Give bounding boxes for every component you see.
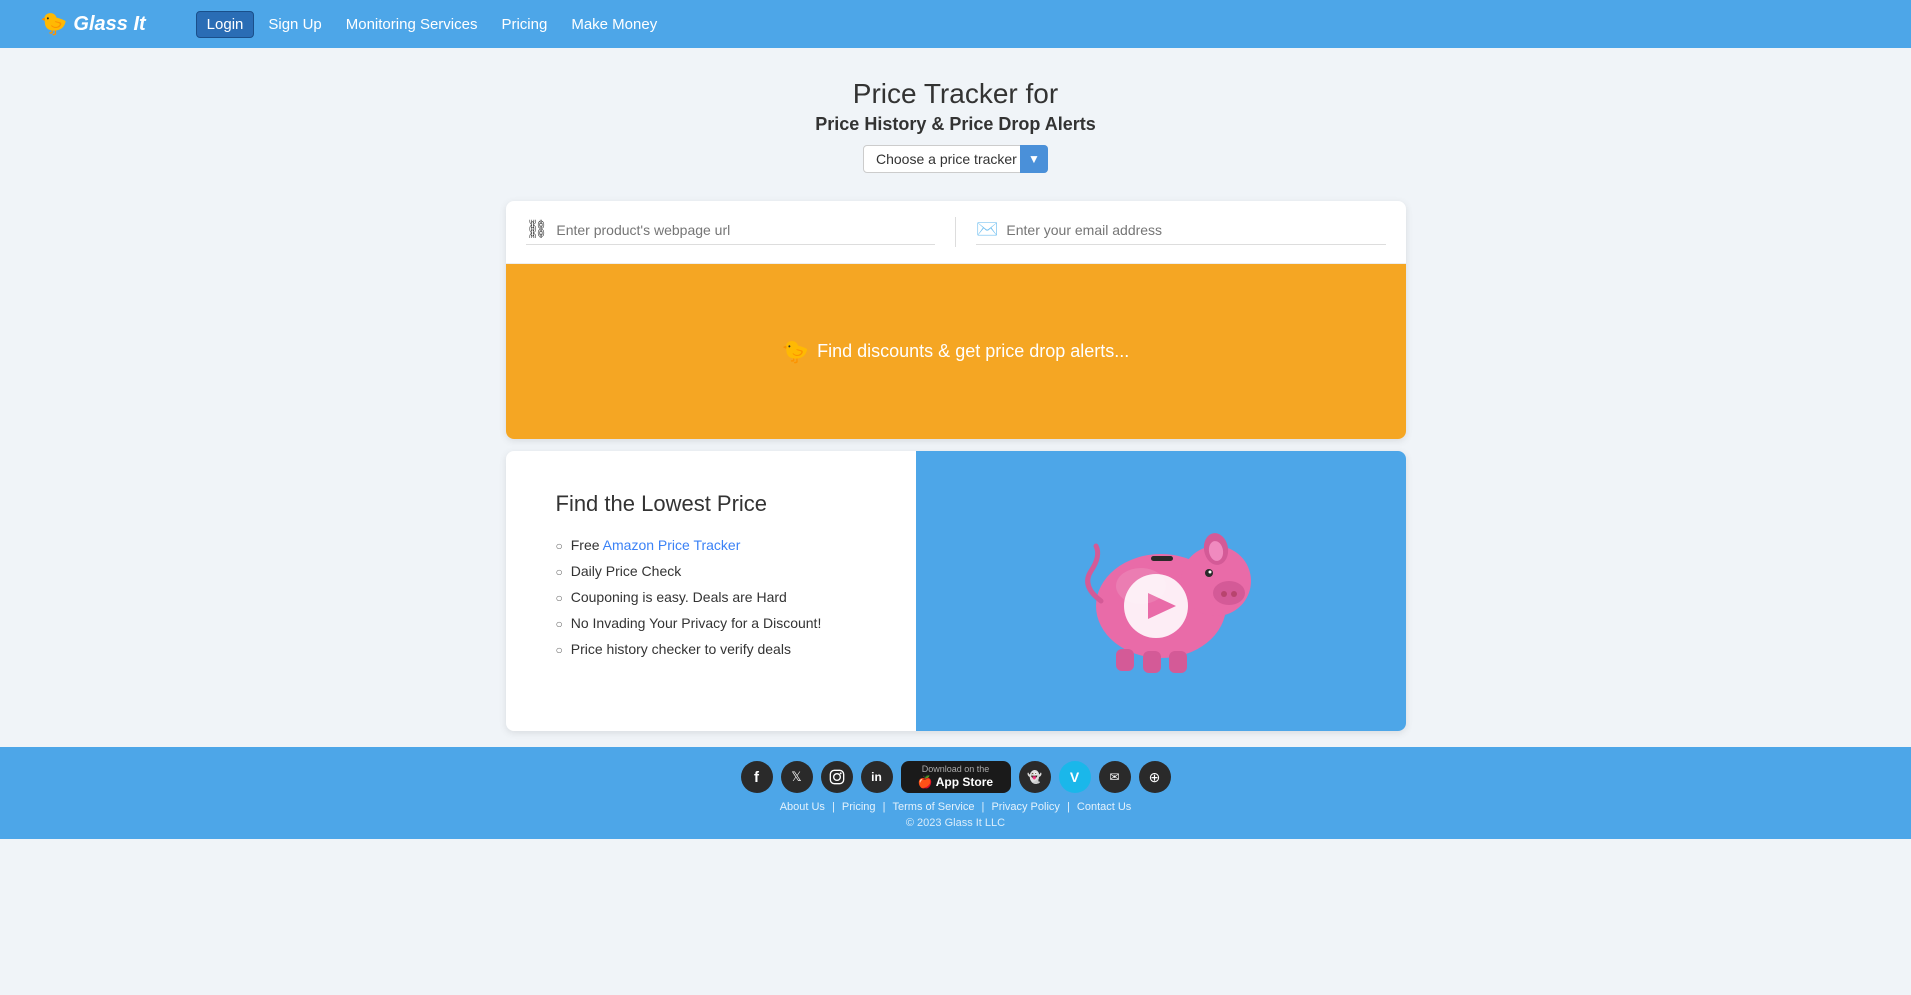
nav-signup[interactable]: Sign Up — [258, 12, 331, 37]
footer-icons: f 𝕏 in Download on the 🍎 App Store 👻 V ✉… — [20, 761, 1891, 793]
navbar: 🐤 Glass It Login Sign Up Monitoring Serv… — [0, 0, 1911, 48]
nav-monitoring[interactable]: Monitoring Services — [336, 12, 488, 37]
find-right — [916, 451, 1406, 731]
twitter-icon[interactable]: 𝕏 — [781, 761, 813, 793]
footer-privacy-link[interactable]: Privacy Policy — [991, 801, 1059, 813]
instagram-icon[interactable] — [821, 761, 853, 793]
bullet-icon: ○ — [556, 617, 563, 631]
url-input-group: ⛓ — [526, 219, 936, 245]
bullet-icon: ○ — [556, 565, 563, 579]
hero-title: Price Tracker for — [20, 78, 1891, 110]
link-icon: ⛓ — [526, 219, 549, 240]
bullet-icon: ○ — [556, 539, 563, 553]
email-icon: ✉️ — [976, 219, 998, 240]
list-item-text: Daily Price Check — [571, 563, 681, 579]
linkedin-icon[interactable]: in — [861, 761, 893, 793]
footer-about-link[interactable]: About Us — [780, 801, 825, 813]
logo-text: Glass It — [73, 13, 145, 36]
list-item: ○ Free Amazon Price Tracker — [556, 537, 876, 553]
list-item-text: Couponing is easy. Deals are Hard — [571, 589, 787, 605]
footer-pricing-link[interactable]: Pricing — [842, 801, 876, 813]
orange-banner: 🐤 Find discounts & get price drop alerts… — [506, 264, 1406, 439]
list-item-text: Free Amazon Price Tracker — [571, 537, 741, 553]
appstore-small-text: Download on the — [922, 765, 990, 775]
banner-text: Find discounts & get price drop alerts..… — [817, 341, 1129, 362]
footer-links: About Us | Pricing | Terms of Service | … — [20, 801, 1891, 813]
piggy-svg — [1061, 501, 1261, 681]
bullet-icon: ○ — [556, 643, 563, 657]
amazon-price-tracker-link[interactable]: Amazon Price Tracker — [603, 537, 741, 553]
logo[interactable]: 🐤 Glass It — [40, 11, 146, 37]
snapchat-icon[interactable]: 👻 — [1019, 761, 1051, 793]
footer: f 𝕏 in Download on the 🍎 App Store 👻 V ✉… — [0, 747, 1911, 839]
nav-links: Login Sign Up Monitoring Services Pricin… — [196, 11, 668, 38]
bullet-icon: ○ — [556, 591, 563, 605]
vimeo-icon[interactable]: V — [1059, 761, 1091, 793]
email-icon[interactable]: ✉ — [1099, 761, 1131, 793]
list-item: ○ Couponing is easy. Deals are Hard — [556, 589, 876, 605]
nav-makemoney[interactable]: Make Money — [561, 12, 667, 37]
find-title: Find the Lowest Price — [556, 491, 876, 517]
list-item: ○ No Invading Your Privacy for a Discoun… — [556, 615, 876, 631]
tracker-select[interactable]: Choose a price tracker Amazon Price Trac… — [863, 145, 1048, 173]
hero-subtitle: Price History & Price Drop Alerts — [20, 114, 1891, 135]
list-item: ○ Daily Price Check — [556, 563, 876, 579]
list-item: ○ Price history checker to verify deals — [556, 641, 876, 657]
find-left: Find the Lowest Price ○ Free Amazon Pric… — [506, 451, 916, 731]
appstore-big-text: 🍎 App Store — [918, 776, 993, 789]
main-card: ⛓ ✉️ 🐤 Find discounts & get price drop a… — [506, 201, 1406, 439]
footer-copyright: © 2023 Glass It LLC — [20, 817, 1891, 829]
list-item-text: Price history checker to verify deals — [571, 641, 791, 657]
appstore-button[interactable]: Download on the 🍎 App Store — [901, 761, 1011, 793]
footer-contact-link[interactable]: Contact Us — [1077, 801, 1131, 813]
list-item-text: No Invading Your Privacy for a Discount! — [571, 615, 822, 631]
logo-icon: 🐤 — [40, 11, 67, 37]
hero-section: Price Tracker for Price History & Price … — [0, 48, 1911, 189]
nav-pricing[interactable]: Pricing — [491, 12, 557, 37]
tracker-select-wrapper: Choose a price tracker Amazon Price Trac… — [863, 145, 1048, 173]
input-row: ⛓ ✉️ — [506, 201, 1406, 264]
email-input-group: ✉️ — [976, 219, 1386, 245]
footer-tos-link[interactable]: Terms of Service — [893, 801, 975, 813]
find-section: Find the Lowest Price ○ Free Amazon Pric… — [506, 451, 1406, 731]
input-divider — [955, 217, 956, 247]
hero-select-wrap: Choose a price tracker Amazon Price Trac… — [20, 145, 1891, 173]
facebook-icon[interactable]: f — [741, 761, 773, 793]
nav-login[interactable]: Login — [196, 11, 255, 38]
banner-icon: 🐤 — [782, 339, 809, 365]
email-input[interactable] — [1006, 222, 1385, 238]
video-thumbnail[interactable] — [916, 451, 1406, 731]
banner-content: 🐤 Find discounts & get price drop alerts… — [782, 339, 1130, 365]
url-input[interactable] — [556, 222, 935, 238]
compass-icon[interactable]: ⊕ — [1139, 761, 1171, 793]
find-list: ○ Free Amazon Price Tracker ○ Daily Pric… — [556, 537, 876, 657]
